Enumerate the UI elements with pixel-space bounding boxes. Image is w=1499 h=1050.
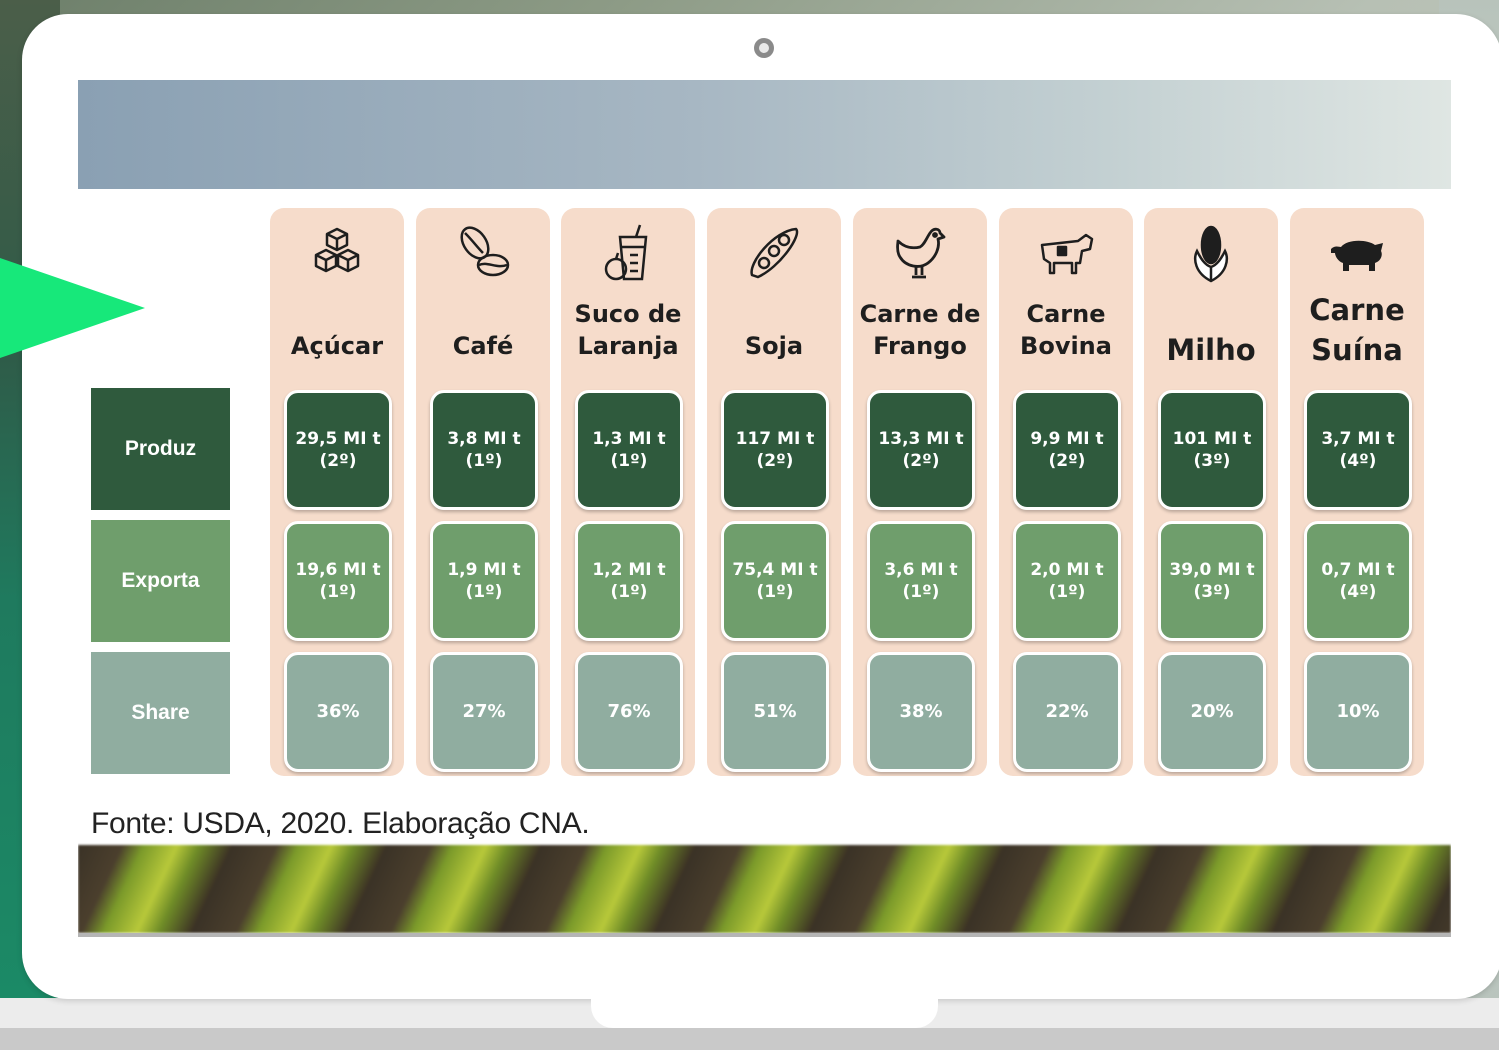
screen-field-banner bbox=[78, 845, 1451, 933]
screen-sky-banner bbox=[78, 80, 1451, 189]
produz-cell: 3,7 MI t (4º) bbox=[1304, 390, 1412, 510]
sugar-cubes-icon bbox=[307, 223, 367, 283]
produz-cell: 117 MI t (2º) bbox=[721, 390, 829, 510]
product-column: Suco de Laranja 1,3 MI t (1º) 1,2 MI t (1º… bbox=[561, 208, 695, 776]
coffee-bean-icon bbox=[453, 223, 513, 283]
floor-bar bbox=[0, 1028, 1499, 1050]
exporta-cell: 39,0 MI t (3º) bbox=[1158, 521, 1266, 641]
share-cell: 10% bbox=[1304, 652, 1412, 772]
product-column: Carne Bovina 9,9 MI t (2º) 2,0 MI t (1º) 22… bbox=[999, 208, 1133, 776]
exporta-cell: 1,9 MI t (1º) bbox=[430, 521, 538, 641]
product-column: Carne Suína 3,7 MI t (4º) 0,7 MI t (4º) 10% bbox=[1290, 208, 1424, 776]
share-cell: 51% bbox=[721, 652, 829, 772]
produz-cell: 101 MI t (3º) bbox=[1158, 390, 1266, 510]
soybean-pod-icon bbox=[744, 223, 804, 283]
share-cell: 20% bbox=[1158, 652, 1266, 772]
exporta-cell: 3,6 MI t (1º) bbox=[867, 521, 975, 641]
screen-divider bbox=[78, 933, 1451, 937]
product-label: Carne de Frango bbox=[859, 300, 981, 360]
product-label: Carne Suína bbox=[1309, 293, 1405, 367]
row-label-exporta: Exporta bbox=[91, 520, 230, 642]
product-label: Suco de Laranja bbox=[574, 300, 682, 360]
product-label: Carne Bovina bbox=[1020, 300, 1112, 360]
product-label: Açúcar bbox=[290, 332, 384, 360]
product-label: Milho bbox=[1166, 333, 1256, 367]
share-cell: 76% bbox=[575, 652, 683, 772]
source-caption: Fonte: USDA, 2020. Elaboração CNA. bbox=[91, 807, 590, 840]
corn-icon bbox=[1181, 223, 1241, 283]
produz-cell: 3,8 MI t (1º) bbox=[430, 390, 538, 510]
exporta-cell: 75,4 MI t (1º) bbox=[721, 521, 829, 641]
exporta-cell: 1,2 MI t (1º) bbox=[575, 521, 683, 641]
product-column: Café 3,8 MI t (1º) 1,9 MI t (1º) 27% bbox=[416, 208, 550, 776]
product-column: Soja 117 MI t (2º) 75,4 MI t (1º) 51% bbox=[707, 208, 841, 776]
produz-cell: 1,3 MI t (1º) bbox=[575, 390, 683, 510]
exporta-cell: 19,6 MI t (1º) bbox=[284, 521, 392, 641]
product-column: Açúcar 29,5 MI t (2º) 19,6 MI t (1º) 36% bbox=[270, 208, 404, 776]
exporta-cell: 0,7 MI t (4º) bbox=[1304, 521, 1412, 641]
share-cell: 36% bbox=[284, 652, 392, 772]
arrow-pointer-icon bbox=[0, 258, 145, 358]
chicken-icon bbox=[890, 223, 950, 283]
product-label: Soja bbox=[744, 332, 804, 360]
product-column: Milho 101 MI t (3º) 39,0 MI t (3º) 20% bbox=[1144, 208, 1278, 776]
row-label-produz: Produz bbox=[91, 388, 230, 510]
pig-icon bbox=[1327, 223, 1387, 283]
share-cell: 27% bbox=[430, 652, 538, 772]
produz-cell: 29,5 MI t (2º) bbox=[284, 390, 392, 510]
row-label-share: Share bbox=[91, 652, 230, 774]
produz-cell: 13,3 MI t (2º) bbox=[867, 390, 975, 510]
product-label: Café bbox=[452, 332, 514, 360]
laptop-notch bbox=[591, 992, 938, 1028]
exporta-cell: 2,0 MI t (1º) bbox=[1013, 521, 1121, 641]
product-column: Carne de Frango 13,3 MI t (2º) 3,6 MI t (1… bbox=[853, 208, 987, 776]
share-cell: 22% bbox=[1013, 652, 1121, 772]
cow-icon bbox=[1036, 223, 1096, 283]
share-cell: 38% bbox=[867, 652, 975, 772]
camera-icon bbox=[754, 38, 774, 58]
produz-cell: 9,9 MI t (2º) bbox=[1013, 390, 1121, 510]
juice-glass-icon bbox=[598, 223, 658, 283]
